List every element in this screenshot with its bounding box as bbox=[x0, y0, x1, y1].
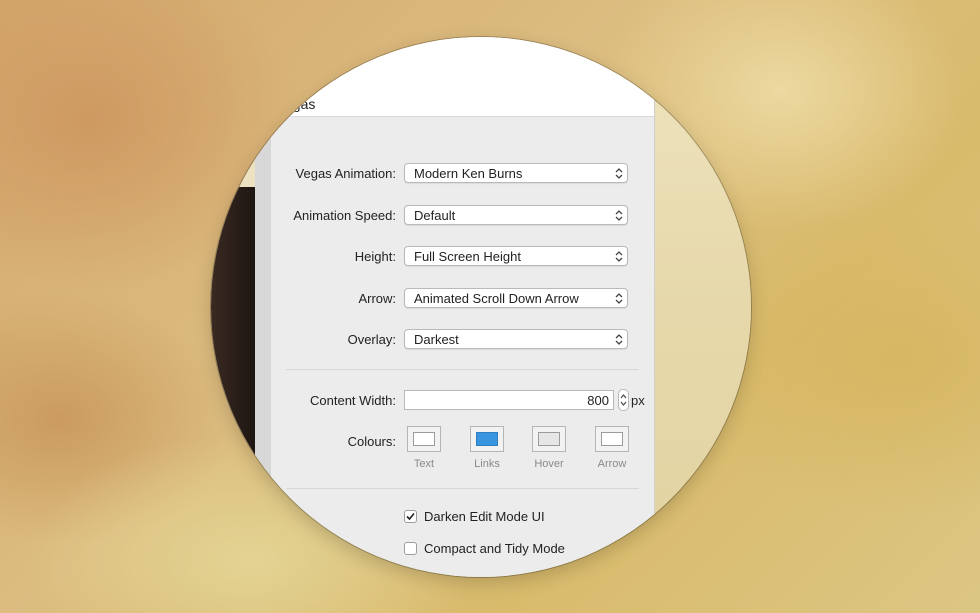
list-item-vegas[interactable]: egas bbox=[285, 96, 315, 112]
up-down-chevron-icon bbox=[615, 334, 623, 345]
height-row: Height: Full Screen Height bbox=[271, 246, 654, 268]
height-label: Height: bbox=[354, 249, 396, 264]
section-divider bbox=[286, 488, 639, 489]
height-select[interactable]: Full Screen Height bbox=[404, 246, 628, 266]
magnifier-lens: nsive egas Vegas Animation: Modern Ken B… bbox=[211, 37, 751, 577]
animation-speed-label: Animation Speed: bbox=[293, 208, 396, 223]
hover-colour-fill bbox=[538, 432, 560, 446]
links-colour-fill bbox=[476, 432, 498, 446]
text-colour-caption: Text bbox=[413, 458, 435, 470]
inspector-panel: nsive egas Vegas Animation: Modern Ken B… bbox=[271, 37, 655, 577]
content-width-input[interactable]: 800 bbox=[404, 390, 614, 410]
text-colour-fill bbox=[413, 432, 435, 446]
colours-label: Colours: bbox=[347, 434, 396, 449]
arrow-label: Arrow: bbox=[358, 291, 396, 306]
arrow-select[interactable]: Animated Scroll Down Arrow bbox=[404, 288, 628, 308]
overlay-select[interactable]: Darkest bbox=[404, 329, 628, 349]
vegas-animation-label: Vegas Animation: bbox=[295, 166, 396, 181]
compact-tidy-mode-label: Compact and Tidy Mode bbox=[424, 541, 565, 556]
darken-edit-mode-label: Darken Edit Mode UI bbox=[424, 509, 545, 524]
list-item-responsive[interactable]: nsive bbox=[285, 69, 318, 85]
arrow-row: Arrow: Animated Scroll Down Arrow bbox=[271, 288, 654, 310]
links-colour-well[interactable]: Links bbox=[467, 426, 507, 470]
arrow-colour-fill bbox=[601, 432, 623, 446]
arrow-colour-swatch[interactable] bbox=[595, 426, 629, 452]
links-colour-swatch[interactable] bbox=[470, 426, 504, 452]
overlay-row: Overlay: Darkest bbox=[271, 329, 654, 351]
content-width-label: Content Width: bbox=[310, 393, 396, 408]
stepper-arrows-icon bbox=[620, 394, 627, 406]
vegas-animation-row: Vegas Animation: Modern Ken Burns bbox=[271, 163, 654, 185]
up-down-chevron-icon bbox=[615, 168, 623, 179]
style-list: nsive egas bbox=[271, 37, 654, 117]
hover-colour-caption: Hover bbox=[534, 458, 564, 470]
background-blur bbox=[654, 37, 751, 577]
arrow-value: Animated Scroll Down Arrow bbox=[414, 291, 579, 306]
animation-speed-select[interactable]: Default bbox=[404, 205, 628, 225]
darken-edit-mode-checkbox[interactable] bbox=[404, 510, 417, 523]
background-preview-image bbox=[211, 187, 255, 487]
compact-tidy-mode-checkbox[interactable] bbox=[404, 542, 417, 555]
arrow-colour-well[interactable]: Arrow bbox=[592, 426, 632, 470]
overlay-value: Darkest bbox=[414, 332, 459, 347]
up-down-chevron-icon bbox=[615, 210, 623, 221]
checkmark-icon bbox=[406, 512, 415, 521]
animation-speed-row: Animation Speed: Default bbox=[271, 205, 654, 227]
text-colour-swatch[interactable] bbox=[407, 426, 441, 452]
animation-speed-value: Default bbox=[414, 208, 456, 223]
up-down-chevron-icon bbox=[615, 251, 623, 262]
content-width-value: 800 bbox=[587, 393, 609, 408]
vegas-animation-select[interactable]: Modern Ken Burns bbox=[404, 163, 628, 183]
vegas-animation-value: Modern Ken Burns bbox=[414, 166, 523, 181]
up-down-chevron-icon bbox=[615, 293, 623, 304]
overlay-label: Overlay: bbox=[347, 332, 396, 347]
arrow-colour-caption: Arrow bbox=[597, 458, 627, 470]
content-width-row: Content Width: 800 px bbox=[271, 389, 654, 412]
content-width-stepper[interactable] bbox=[618, 389, 629, 411]
links-colour-caption: Links bbox=[474, 458, 500, 470]
hover-colour-well[interactable]: Hover bbox=[529, 426, 569, 470]
hover-colour-swatch[interactable] bbox=[532, 426, 566, 452]
height-value: Full Screen Height bbox=[414, 249, 521, 264]
text-colour-well[interactable]: Text bbox=[404, 426, 444, 470]
scroll-gutter bbox=[255, 117, 272, 577]
section-divider bbox=[286, 369, 639, 370]
content-width-unit: px bbox=[631, 393, 645, 408]
